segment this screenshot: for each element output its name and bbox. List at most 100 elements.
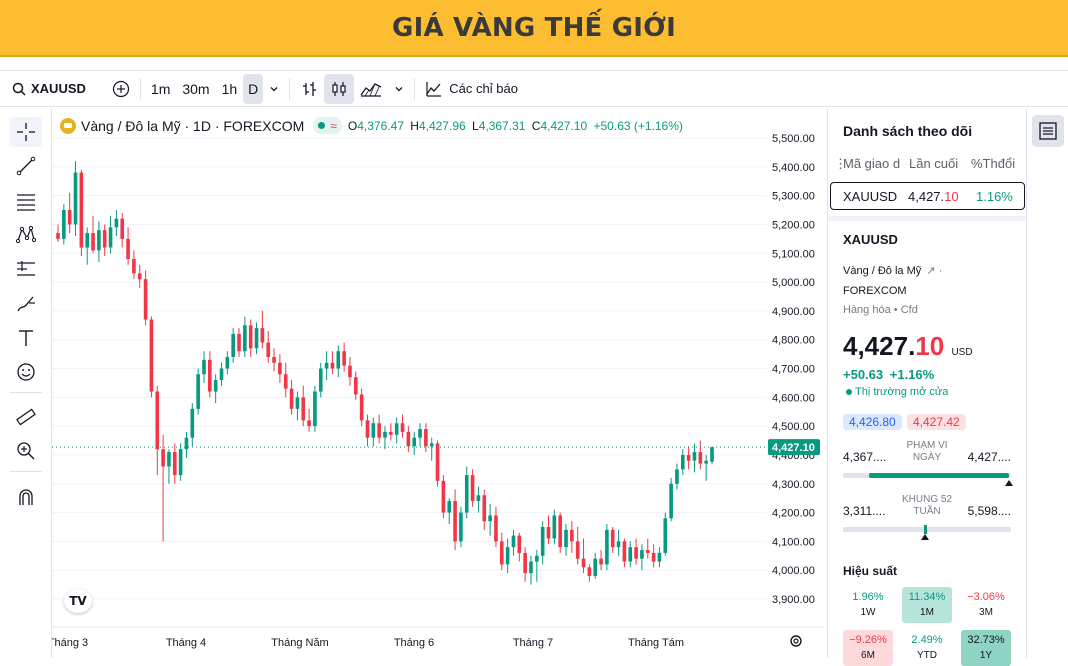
col-last[interactable]: Lần cuối	[909, 156, 958, 171]
candle-body	[406, 431, 411, 447]
area-style-button[interactable]	[354, 74, 388, 104]
indicators-button[interactable]: Các chỉ báo	[419, 74, 524, 104]
candle-body	[149, 319, 154, 392]
candle	[529, 555, 533, 585]
candle	[278, 354, 282, 383]
detail-exchange[interactable]: FOREXCOM	[843, 285, 907, 297]
candle	[260, 310, 265, 349]
interval-1m[interactable]: 1m	[145, 74, 176, 104]
chart-settings-button[interactable]	[788, 633, 804, 654]
bar-style-button[interactable]	[294, 74, 324, 104]
perf-6m[interactable]: −9.26% 6M	[843, 630, 893, 666]
candle-body	[324, 362, 329, 369]
candle	[383, 426, 387, 450]
style-dropdown[interactable]	[388, 74, 410, 104]
candle-body	[680, 454, 685, 470]
tradingview-logo[interactable]: TV	[64, 589, 92, 613]
magnet-tool[interactable]	[10, 482, 42, 512]
candle	[581, 538, 586, 574]
text-tool[interactable]	[10, 323, 42, 353]
interval-d[interactable]: D	[243, 73, 264, 104]
chart-pane[interactable]: 5,500.00 5,400.00 5,300.00 5,200.00 5,100.00…	[48, 109, 824, 658]
candle-body	[704, 460, 708, 464]
candle	[587, 564, 592, 582]
perf-1y[interactable]: 32.73% 1Y	[961, 630, 1011, 666]
perf-1w[interactable]: 1.96% 1W	[843, 587, 893, 623]
emoji-tool[interactable]	[10, 357, 42, 387]
candle-body	[605, 529, 609, 565]
trend-line-tool[interactable]	[10, 151, 42, 181]
candle	[575, 526, 580, 565]
candle-body	[587, 567, 592, 576]
candle-body	[208, 359, 212, 392]
day-range-fill	[869, 473, 1010, 478]
candle	[85, 227, 90, 265]
candle	[353, 371, 358, 401]
candle-body	[669, 483, 673, 519]
watchlist-title[interactable]: Danh sách theo dõi	[843, 123, 972, 139]
candle	[418, 423, 422, 447]
candle	[453, 489, 457, 551]
candle-body	[418, 429, 422, 438]
crosshair-tool[interactable]	[10, 117, 42, 147]
perf-3m[interactable]: −3.06% 3M	[961, 587, 1011, 623]
candle	[318, 362, 323, 398]
candle	[377, 414, 381, 444]
time-tick-label: Tháng 6	[394, 637, 434, 649]
candle	[499, 532, 504, 571]
candle-body	[260, 328, 265, 343]
candle-body	[120, 218, 125, 239]
candle	[599, 550, 603, 571]
price-tick-label: 5,500.00	[772, 133, 815, 145]
price-tick-label: 4,900.00	[772, 306, 815, 318]
candle-body	[499, 541, 504, 565]
legend-title[interactable]: Vàng / Đô la Mỹ · 1D · FOREXCOM	[81, 118, 304, 134]
col-symbol[interactable]: Mã giao d	[843, 156, 900, 171]
candle	[675, 463, 679, 490]
candle	[441, 475, 446, 519]
magnet-icon	[19, 489, 33, 505]
candle	[605, 524, 609, 571]
zoom-tool[interactable]	[10, 436, 42, 466]
watchlist-panel-button[interactable]	[1032, 115, 1064, 147]
symbol-search[interactable]: XAUUSD	[6, 74, 92, 104]
price-tick-label: 4,500.00	[772, 421, 815, 433]
price-tick-label: 4,000.00	[772, 565, 815, 577]
gear-icon	[790, 635, 802, 647]
area-chart-icon	[360, 82, 382, 97]
forecast-tool[interactable]	[10, 254, 42, 284]
interval-30m[interactable]: 30m	[176, 74, 215, 104]
perf-ytd[interactable]: 2.49% YTD	[902, 630, 952, 666]
candle-body	[225, 356, 230, 369]
candle-body	[278, 362, 282, 375]
page-banner: GIÁ VÀNG THẾ GIỚI	[0, 0, 1068, 57]
compare-button[interactable]	[106, 74, 136, 104]
detail-name: Vàng / Đô la Mỹ ↗ ·	[843, 265, 943, 277]
crosshair-icon	[17, 123, 35, 141]
interval-dropdown[interactable]	[263, 74, 285, 104]
pattern-tool[interactable]	[10, 220, 42, 250]
candle-body	[213, 380, 218, 392]
candle-body	[663, 518, 668, 553]
brush-tool[interactable]	[10, 289, 42, 319]
market-open-badge[interactable]: ≈	[313, 117, 342, 134]
detail-symbol[interactable]: XAUUSD	[843, 232, 898, 247]
perf-1m[interactable]: 11.34% 1M	[902, 587, 952, 623]
detail-type: Hàng hóa • Cfd	[843, 304, 918, 316]
smiley-icon	[17, 363, 35, 381]
indicators-label: Các chỉ báo	[449, 81, 518, 96]
measure-tool[interactable]	[10, 402, 42, 432]
col-change[interactable]: %Thđổi	[971, 156, 1015, 171]
candle-body	[272, 356, 276, 363]
candle	[459, 506, 463, 548]
fib-tool[interactable]	[10, 186, 42, 216]
candle	[429, 437, 434, 461]
candle-body	[389, 431, 393, 435]
interval-1h[interactable]: 1h	[216, 74, 244, 104]
wk-range-marker	[921, 534, 930, 540]
watchlist-row[interactable]: XAUUSD 4,427.10 1.16%	[830, 182, 1025, 210]
price-chart[interactable]: 5,500.00 5,400.00 5,300.00 5,200.00 5,100.00…	[48, 109, 824, 658]
candle-body	[453, 501, 457, 542]
list-icon	[1039, 122, 1057, 140]
candles-style-button[interactable]	[324, 73, 355, 104]
